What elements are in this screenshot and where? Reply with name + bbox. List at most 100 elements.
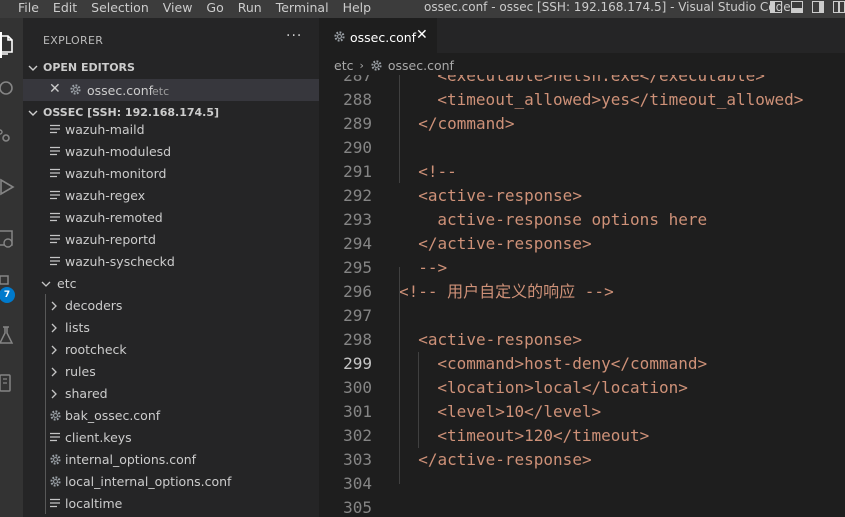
tree-item-label: lists [65, 320, 90, 335]
tree-file[interactable]: wazuh-regex [23, 184, 319, 206]
tree-file[interactable]: wazuh-syscheckd [23, 250, 319, 272]
layout-controls [761, 1, 845, 13]
code-text: </active-response> [418, 234, 592, 253]
file-lines-icon [49, 255, 61, 270]
line-number: 290 [343, 138, 372, 157]
tree-item-label: bak_ossec.conf [65, 408, 161, 423]
tree-folder[interactable]: rules [23, 360, 319, 382]
tree-item-label: decoders [65, 298, 123, 313]
close-icon[interactable]: ✕ [416, 27, 428, 43]
tree-folder[interactable]: lists [23, 316, 319, 338]
menu-item[interactable]: File [18, 0, 39, 18]
tree-file[interactable]: wazuh-reportd [23, 228, 319, 250]
tab-ossec-conf[interactable]: ossec.conf ✕ [319, 18, 437, 53]
remote-icon[interactable] [0, 370, 23, 396]
search-icon[interactable] [0, 76, 23, 102]
tree-file[interactable]: local_internal_options.conf [23, 470, 319, 492]
menu-item[interactable]: Terminal [276, 0, 329, 18]
explorer-icon[interactable] [0, 32, 23, 58]
indent-guide [399, 75, 400, 183]
line-number: 298 [343, 330, 372, 349]
file-lines-icon [49, 189, 61, 204]
tree-file[interactable]: localtime [23, 492, 319, 514]
tree-folder[interactable]: rootcheck [23, 338, 319, 360]
menu-item[interactable]: Run [238, 0, 262, 18]
tree-file[interactable]: wazuh-maild [23, 118, 319, 140]
toggle-primary-sidebar-icon[interactable] [770, 1, 782, 13]
chevron-right-icon [49, 365, 59, 380]
chevron-right-icon: › [359, 59, 364, 72]
file-lines-icon [49, 233, 61, 248]
breadcrumb-file[interactable]: ossec.conf [388, 58, 454, 73]
tree-folder[interactable]: shared [23, 382, 319, 404]
close-icon[interactable]: ✕ [49, 81, 61, 97]
tree-folder[interactable]: decoders [23, 294, 319, 316]
code-line: 297 [319, 304, 845, 328]
file-lines-icon [49, 145, 61, 160]
code-text: <!-- 用户自定义的响应 --> [399, 282, 614, 301]
chevron-down-icon [41, 277, 51, 292]
line-number: 287 [343, 75, 372, 85]
tree-item-label: shared [65, 386, 108, 401]
code-line: 300 <location>local</location> [319, 376, 845, 400]
tree-item-label: wazuh-maild [65, 122, 145, 137]
menu-item[interactable]: Help [343, 0, 372, 18]
line-number: 302 [343, 426, 372, 445]
code-line: 289 </command> [319, 112, 845, 136]
tree-item-label: local_internal_options.conf [65, 474, 232, 489]
open-editor-name: ossec.conf [87, 83, 154, 98]
tree-item-label: etc [57, 276, 77, 291]
tree-file[interactable]: wazuh-modulesd [23, 140, 319, 162]
indent-guide [45, 294, 46, 514]
tree-item-label: wazuh-reportd [65, 232, 156, 247]
testing-icon[interactable] [0, 322, 23, 348]
run-debug-icon[interactable] [0, 174, 23, 200]
code-line: 302 <timeout>120</timeout> [319, 424, 845, 448]
tree-file[interactable]: internal_options.conf [23, 448, 319, 470]
code-editor[interactable]: 287 <executable>netsh.exe</executable> 288… [319, 75, 845, 517]
explorer-more-actions[interactable]: ··· [286, 28, 302, 44]
tree-file[interactable]: client.keys [23, 426, 319, 448]
code-text: <active-response> [418, 186, 582, 205]
breadcrumb-folder[interactable]: etc [334, 58, 353, 73]
code-text: </command> [418, 114, 515, 133]
menu-bar: File Edit Selection View Go Run Terminal Help [18, 0, 385, 18]
tree-item-label: wazuh-modulesd [65, 144, 172, 159]
gear-icon [371, 60, 382, 71]
breadcrumb: etc › ossec.conf [334, 58, 454, 73]
code-line: 298 <active-response> [319, 328, 845, 352]
open-editor-dir: etc [152, 85, 170, 98]
source-control-icon[interactable] [0, 124, 23, 150]
tab-label: ossec.conf [350, 30, 417, 45]
open-editors-header[interactable]: OPEN EDITORS [23, 58, 319, 78]
line-number: 293 [343, 210, 372, 229]
tree-file[interactable]: wazuh-remoted [23, 206, 319, 228]
code-line: 288 <timeout_allowed>yes</timeout_allowed… [319, 88, 845, 112]
menu-item[interactable]: Go [206, 0, 223, 18]
tree-item-label: localtime [65, 496, 123, 511]
menu-item[interactable]: Edit [53, 0, 77, 18]
tree-file[interactable]: wazuh-monitord [23, 162, 319, 184]
tab-bar: ossec.conf ✕ [319, 18, 845, 53]
code-line: 305 [319, 496, 845, 517]
open-editors-label: OPEN EDITORS [43, 61, 135, 74]
open-editor-item[interactable]: ✕ ossec.conf etc [23, 79, 319, 101]
file-lines-icon [49, 431, 61, 446]
menu-item[interactable]: Selection [91, 0, 149, 18]
menu-item[interactable]: View [163, 0, 193, 18]
chevron-right-icon [49, 387, 59, 402]
tree-item-label: wazuh-remoted [65, 210, 163, 225]
remote-explorer-icon[interactable] [0, 226, 23, 252]
tree-item-label: internal_options.conf [65, 452, 197, 467]
toggle-secondary-sidebar-icon[interactable] [812, 1, 824, 13]
code-text: <location>local</location> [437, 378, 688, 397]
gear-icon [49, 409, 62, 425]
gear-icon [334, 31, 345, 42]
toggle-panel-icon[interactable] [791, 1, 803, 13]
gear-icon [70, 84, 81, 95]
tree-folder[interactable]: etc [23, 272, 319, 294]
file-lines-icon [49, 497, 61, 512]
customize-layout-icon[interactable] [833, 1, 845, 13]
tree-file[interactable]: bak_ossec.conf [23, 404, 319, 426]
code-line: 303 </active-response> [319, 448, 845, 472]
